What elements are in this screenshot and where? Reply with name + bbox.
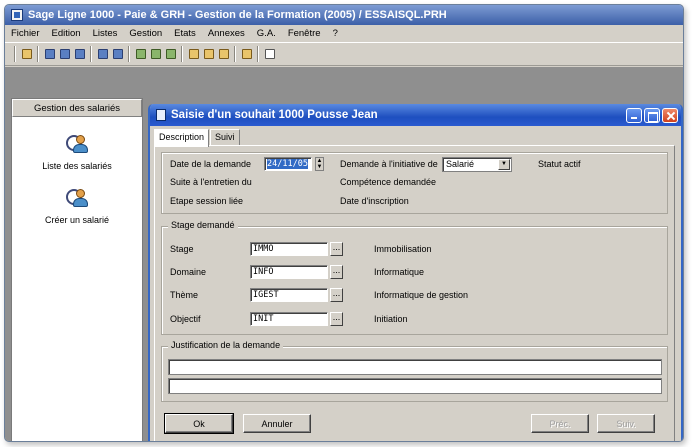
close-icon[interactable] (662, 107, 678, 123)
chevron-down-icon: ▼ (498, 159, 510, 170)
menu-etats[interactable]: Etats (174, 28, 196, 39)
employee-list-icon (62, 131, 91, 157)
next-button[interactable]: Suiv. (597, 414, 655, 433)
objectif-browse-button[interactable]: ... (330, 312, 343, 326)
people-icon[interactable] (111, 47, 124, 61)
menu-help[interactable]: ? (333, 28, 338, 39)
stage-browse-button[interactable]: ... (330, 242, 343, 256)
minimize-icon[interactable] (626, 107, 642, 123)
workspace: Gestion des salariés Liste des salariés … (5, 67, 683, 441)
date-field[interactable]: 24/11/05 (264, 157, 312, 171)
menu-annexes[interactable]: Annexes (208, 28, 245, 39)
sidebar-item-label: Créer un salarié (44, 215, 110, 225)
document-icon (156, 109, 166, 121)
folder-people-icon[interactable] (217, 47, 230, 61)
sidebar-item-create-employee[interactable]: Créer un salarié (12, 185, 142, 225)
menu-gestion[interactable]: Gestion (129, 28, 162, 39)
menu-edition[interactable]: Edition (52, 28, 81, 39)
toolbar-separator (234, 46, 236, 62)
toolbar (5, 42, 683, 66)
theme-field[interactable]: IGEST (250, 288, 328, 302)
tab-description[interactable]: Description (154, 129, 210, 147)
wish-dialog: Saisie d'un souhait 1000 Pousse Jean Des… (148, 104, 683, 441)
justification-group: Justification de la demande (161, 340, 668, 402)
dialog-tabs: Description Suivi (154, 129, 241, 147)
folder-icon[interactable] (20, 47, 33, 61)
inscription-label: Date d'inscription (340, 196, 409, 206)
objectif-description: Initiation (374, 314, 408, 324)
people-table-icon[interactable] (149, 47, 162, 61)
dialog-titlebar: Saisie d'un souhait 1000 Pousse Jean (150, 104, 681, 126)
description-panel: Date de la demande 24/11/05 ▲ ▼ Demande à… (154, 145, 675, 441)
objectif-field[interactable]: INIT (250, 312, 328, 326)
previous-button[interactable]: Préc. (531, 414, 589, 433)
theme-label: Thème (170, 290, 199, 300)
initiative-label: Demande à l'initiative de (340, 159, 438, 169)
people-table-icon[interactable] (164, 47, 177, 61)
sidebar: Gestion des salariés Liste des salariés … (11, 98, 143, 441)
stage-description: Immobilisation (374, 244, 432, 254)
justification-legend: Justification de la demande (168, 340, 284, 350)
domaine-field[interactable]: INFO (250, 265, 328, 279)
menu-fichier[interactable]: Fichier (11, 28, 40, 39)
justification-line-1[interactable] (168, 359, 662, 375)
cancel-button[interactable]: Annuler (243, 414, 311, 433)
stage-group: Stage demandé Stage IMMO ... Immobilisat… (161, 220, 668, 335)
ok-button[interactable]: Ok (164, 413, 234, 434)
menu-listes[interactable]: Listes (93, 28, 118, 39)
app-title: Sage Ligne 1000 - Paie & GRH - Gestion d… (28, 9, 447, 21)
toolbar-separator (181, 46, 183, 62)
stage-field[interactable]: IMMO (250, 242, 328, 256)
initiative-select[interactable]: Salarié ▼ (442, 157, 512, 172)
people-table-icon[interactable] (134, 47, 147, 61)
maximize-icon[interactable] (644, 107, 660, 123)
app-window: Sage Ligne 1000 - Paie & GRH - Gestion d… (4, 4, 684, 442)
people-icon[interactable] (58, 47, 71, 61)
notepad-icon[interactable] (263, 47, 276, 61)
create-employee-icon (62, 185, 91, 211)
date-spinner[interactable]: ▲ ▼ (315, 157, 324, 171)
toolbar-separator (14, 46, 16, 62)
toolbar-separator (128, 46, 130, 62)
sidebar-header[interactable]: Gestion des salariés (12, 99, 142, 117)
folder-people-icon[interactable] (202, 47, 215, 61)
menu-ga[interactable]: G.A. (257, 28, 276, 39)
status-label: Statut actif (538, 159, 581, 169)
objectif-label: Objectif (170, 314, 201, 324)
etape-label: Etape session liée (170, 196, 244, 206)
folder-people-icon[interactable] (187, 47, 200, 61)
domaine-description: Informatique (374, 267, 425, 277)
menubar: Fichier Edition Listes Gestion Etats Ann… (5, 25, 683, 42)
theme-browse-button[interactable]: ... (330, 288, 343, 302)
toolbar-separator (257, 46, 259, 62)
dialog-title: Saisie d'un souhait 1000 Pousse Jean (171, 109, 378, 121)
people-icon[interactable] (43, 47, 56, 61)
sidebar-item-employee-list[interactable]: Liste des salariés (12, 131, 142, 171)
app-titlebar: Sage Ligne 1000 - Paie & GRH - Gestion d… (5, 5, 683, 25)
toolbar-separator (37, 46, 39, 62)
copy-icon[interactable] (240, 47, 253, 61)
people-table-icon[interactable] (73, 47, 86, 61)
general-group: Date de la demande 24/11/05 ▲ ▼ Demande à… (161, 152, 668, 214)
domaine-browse-button[interactable]: ... (330, 265, 343, 279)
theme-description: Informatique de gestion (374, 290, 469, 300)
tab-suivi[interactable]: Suivi (210, 129, 240, 146)
date-label: Date de la demande (170, 159, 252, 169)
stage-group-legend: Stage demandé (168, 220, 238, 230)
menu-fenetre[interactable]: Fenêtre (288, 28, 321, 39)
window-controls (626, 107, 678, 123)
sidebar-item-label: Liste des salariés (42, 161, 112, 171)
toolbar-separator (90, 46, 92, 62)
justification-line-2[interactable] (168, 378, 662, 394)
domaine-label: Domaine (170, 267, 207, 277)
app-logo-icon (11, 9, 23, 21)
competence-label: Compétence demandée (340, 177, 437, 187)
people-icon[interactable] (96, 47, 109, 61)
stage-label: Stage (170, 244, 194, 254)
suite-label: Suite à l'entretien du (170, 177, 252, 187)
